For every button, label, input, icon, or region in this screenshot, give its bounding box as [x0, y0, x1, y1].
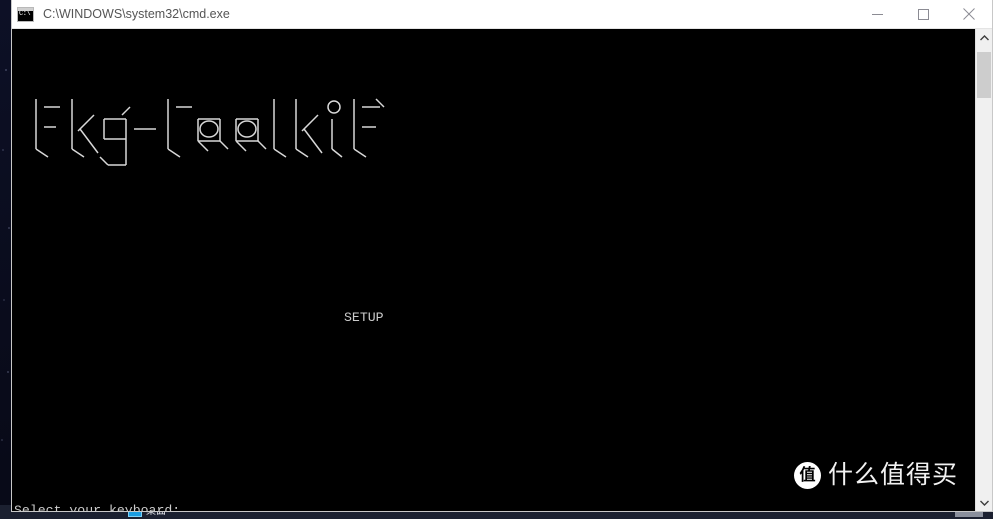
smzdm-logo-icon: 值: [793, 462, 821, 489]
console-scrollbar[interactable]: [975, 29, 992, 511]
smzdm-watermark: 值 什么值得买: [793, 460, 958, 490]
maximize-button[interactable]: [900, 0, 946, 29]
window-titlebar[interactable]: C:\WINDOWS\system32\cmd.exe: [12, 0, 992, 29]
minimize-button[interactable]: [854, 0, 900, 29]
window-title: C:\WINDOWS\system32\cmd.exe: [43, 7, 230, 21]
window-controls: [854, 0, 992, 29]
tkg-toolkit-ascii-banner: [12, 95, 975, 181]
cmd-icon: [17, 6, 34, 22]
select-keyboard-prompt: Select your keyboard:: [14, 503, 181, 511]
console-output[interactable]: SETUP Select your keyboard: 1. GH60 RevA…: [12, 29, 975, 511]
close-button[interactable]: [946, 0, 992, 29]
scrollbar-track[interactable]: [976, 46, 992, 494]
scrollbar-thumb[interactable]: [977, 52, 991, 98]
smzdm-watermark-text: 什么值得买: [827, 460, 958, 490]
setup-label: SETUP: [344, 310, 384, 326]
scroll-down-button[interactable]: [976, 494, 992, 511]
scroll-up-button[interactable]: [976, 29, 992, 46]
cmd-window: C:\WINDOWS\system32\cmd.exe: [11, 0, 993, 512]
console-area: SETUP Select your keyboard: 1. GH60 RevA…: [12, 29, 992, 511]
